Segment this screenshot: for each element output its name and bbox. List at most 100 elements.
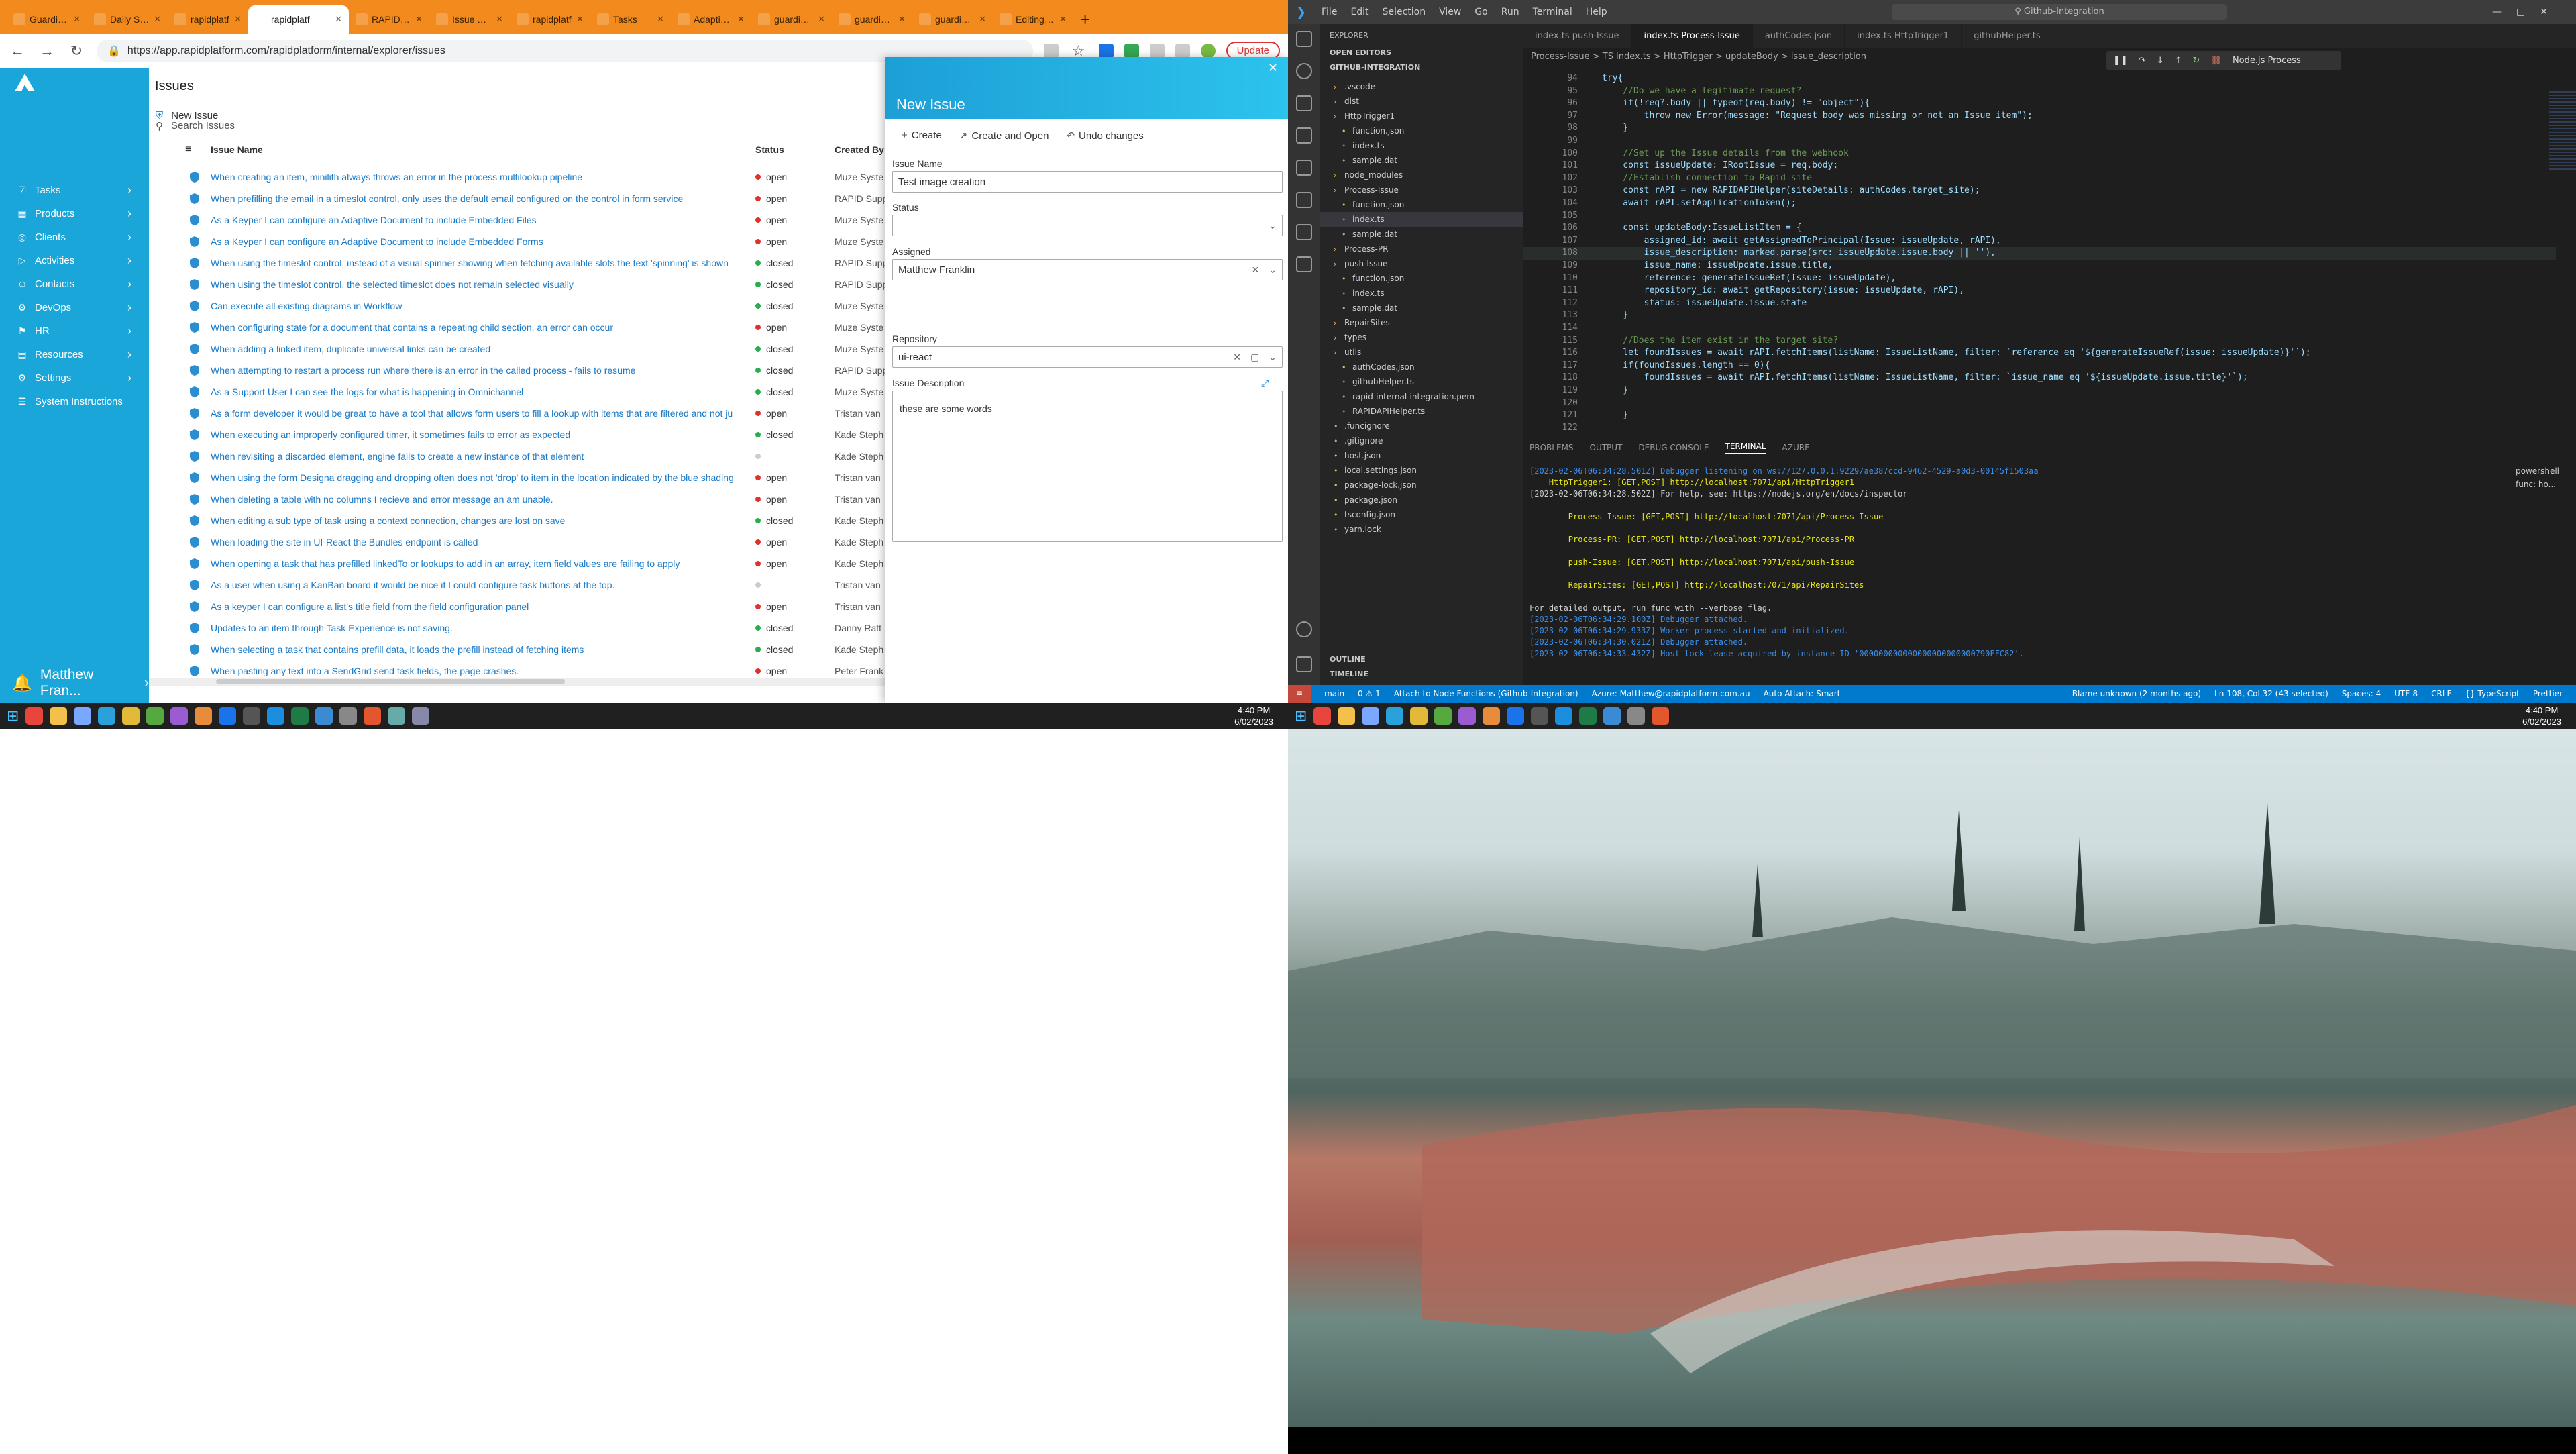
menu-item-help[interactable]: Help	[1586, 7, 1607, 17]
menu-item-selection[interactable]: Selection	[1383, 7, 1426, 17]
table-row[interactable]: When selecting a task that contains pref…	[149, 639, 885, 660]
folder-item[interactable]: › .vscode	[1320, 79, 1523, 94]
close-icon[interactable]: ✕	[496, 14, 503, 25]
file-item[interactable]: • RAPIDAPIHelper.ts	[1320, 404, 1523, 419]
status-item[interactable]: Spaces: 4	[2342, 689, 2381, 698]
issue-name-link[interactable]: When pasting any text into a SendGrid se…	[211, 666, 741, 676]
browser-tab[interactable]: Guardian Gi ✕	[7, 5, 87, 34]
run-debug-icon[interactable]	[1296, 127, 1312, 144]
profile-avatar[interactable]	[1200, 43, 1216, 58]
browser-tab[interactable]: RAPID Port ✕	[349, 5, 429, 34]
editor-tab[interactable]: githubHelper.ts	[1962, 24, 2053, 48]
browser-tab[interactable]: Adaptive D ✕	[671, 5, 751, 34]
undo-button[interactable]: ↶ Undo changes	[1066, 129, 1143, 142]
folder-item[interactable]: › dist	[1320, 94, 1523, 109]
extension-icon[interactable]	[1098, 43, 1114, 58]
status-item[interactable]: CRLF	[2431, 689, 2451, 698]
user-menu[interactable]: 🔔 Matthew Fran... ›	[12, 667, 149, 699]
issue-name-link[interactable]: As a Support User I can see the logs for…	[211, 386, 741, 397]
issue-name-link[interactable]: When executing an improperly configured …	[211, 429, 741, 440]
account-icon[interactable]	[1296, 621, 1312, 637]
status-item[interactable]: Blame unknown (2 months ago)	[2072, 689, 2201, 698]
file-item[interactable]: • function.json	[1320, 271, 1523, 286]
close-icon[interactable]: ✕	[818, 14, 825, 25]
app-icon[interactable]	[1362, 707, 1380, 725]
search-icon[interactable]	[1296, 63, 1312, 79]
table-row[interactable]: As a Support User I can see the logs for…	[149, 381, 885, 403]
status-item[interactable]: UTF-8	[2394, 689, 2418, 698]
expand-icon[interactable]: ⤢	[1261, 378, 1269, 389]
column-header-created-by[interactable]: Created By	[835, 144, 884, 155]
menu-item-view[interactable]: View	[1439, 7, 1461, 17]
table-row[interactable]: Updates to an item through Task Experien…	[149, 617, 885, 639]
issue-name-link[interactable]: When using the timeslot control, instead…	[211, 258, 741, 268]
explorer-icon[interactable]	[1296, 31, 1312, 47]
chevron-down-icon[interactable]: ⌄	[1269, 264, 1277, 276]
browser-tab[interactable]: rapidplatf ✕	[510, 5, 590, 34]
vscode-icon[interactable]	[267, 707, 285, 725]
table-row[interactable]: As a Keyper I can configure an Adaptive …	[149, 209, 885, 231]
sidebar-item-settings[interactable]: ⚙ Settings ›	[0, 366, 149, 389]
column-header-name[interactable]: Issue Name	[211, 144, 263, 155]
folder-item[interactable]: › Process-PR	[1320, 242, 1523, 256]
discord-icon[interactable]	[170, 707, 189, 725]
extensions-icon[interactable]	[1296, 160, 1312, 176]
table-row[interactable]: As a Keyper I can configure an Adaptive …	[149, 231, 885, 252]
windows-start-icon[interactable]: ⊞	[1295, 707, 1307, 725]
file-item[interactable]: • tsconfig.json	[1320, 507, 1523, 522]
status-item[interactable]: Prettier	[2533, 689, 2563, 698]
file-item[interactable]: • local.settings.json	[1320, 463, 1523, 478]
issue-name-link[interactable]: When revisiting a discarded element, eng…	[211, 451, 741, 462]
file-item[interactable]: • .gitignore	[1320, 433, 1523, 448]
sidebar-item-devops[interactable]: ⚙ DevOps ›	[0, 296, 149, 319]
forward-icon[interactable]: →	[38, 42, 56, 60]
table-row[interactable]: When creating an item, minilith always t…	[149, 166, 885, 188]
create-button[interactable]: + Create	[902, 129, 942, 142]
issue-name-link[interactable]: When editing a sub type of task using a …	[211, 515, 741, 526]
browser-tab[interactable]: guardianco ✕	[912, 5, 993, 34]
issue-name-link[interactable]: As a keyper I can configure a list's tit…	[211, 601, 741, 612]
close-icon[interactable]: ✕	[979, 14, 986, 25]
terminal-instance[interactable]: powershell	[2516, 464, 2576, 478]
azure-icon[interactable]	[1296, 192, 1312, 208]
folder-item[interactable]: › push-Issue	[1320, 256, 1523, 271]
testing-icon[interactable]	[1296, 224, 1312, 240]
table-row[interactable]: When using the timeslot control, instead…	[149, 252, 888, 274]
telegram-icon[interactable]	[98, 707, 116, 725]
table-row[interactable]: When opening a task that has prefilled l…	[149, 553, 885, 574]
table-row[interactable]: As a user when using a KanBan board it w…	[149, 574, 885, 596]
breadcrumb[interactable]: Process-Issue > TS index.ts > HttpTrigge…	[1523, 48, 1866, 66]
app-icon[interactable]	[1652, 707, 1670, 725]
folder-item[interactable]: › Process-Issue	[1320, 183, 1523, 197]
folder-item[interactable]: › node_modules	[1320, 168, 1523, 183]
browser-tab[interactable]: Editing Pos ✕	[993, 5, 1073, 34]
app-icon[interactable]	[1627, 707, 1646, 725]
table-row[interactable]: When adding a linked item, duplicate uni…	[149, 338, 885, 360]
table-row[interactable]: When revisiting a discarded element, eng…	[149, 446, 885, 467]
close-icon[interactable]: ✕	[576, 14, 584, 25]
command-center[interactable]: ⚲ Github-Integration	[1892, 4, 2227, 20]
chrome-icon[interactable]	[1483, 707, 1501, 725]
menu-item-edit[interactable]: Edit	[1350, 7, 1368, 17]
file-item[interactable]: • package.json	[1320, 492, 1523, 507]
sidebar-item-tasks[interactable]: ☑ Tasks ›	[0, 178, 149, 201]
description-textarea[interactable]: these are some words	[892, 391, 1283, 542]
app-icon[interactable]	[122, 707, 140, 725]
close-icon[interactable]: ✕	[1059, 14, 1067, 25]
menu-item-terminal[interactable]: Terminal	[1533, 7, 1572, 17]
table-row[interactable]: Can execute all existing diagrams in Wor…	[149, 295, 885, 317]
status-item[interactable]: Attach to Node Functions (Github-Integra…	[1394, 689, 1578, 698]
file-explorer-icon[interactable]	[50, 707, 68, 725]
issue-name-link[interactable]: When using the timeslot control, the sel…	[211, 279, 741, 290]
clear-icon[interactable]: ✕	[1252, 264, 1260, 276]
status-item[interactable]: 0 ⚠ 1	[1358, 689, 1381, 698]
file-item[interactable]: • host.json	[1320, 448, 1523, 463]
issue-name-link[interactable]: When opening a task that has prefilled l…	[211, 558, 741, 569]
app-icon[interactable]	[1603, 707, 1621, 725]
file-explorer-icon[interactable]	[1338, 707, 1356, 725]
open-editors-header[interactable]: OPEN EDITORS	[1330, 48, 1391, 57]
share-icon[interactable]	[1043, 43, 1059, 58]
issue-name-link[interactable]: As a user when using a KanBan board it w…	[211, 580, 741, 590]
status-item[interactable]: Ln 108, Col 32 (43 selected)	[2214, 689, 2328, 698]
outline-header[interactable]: OUTLINE	[1330, 655, 1366, 664]
